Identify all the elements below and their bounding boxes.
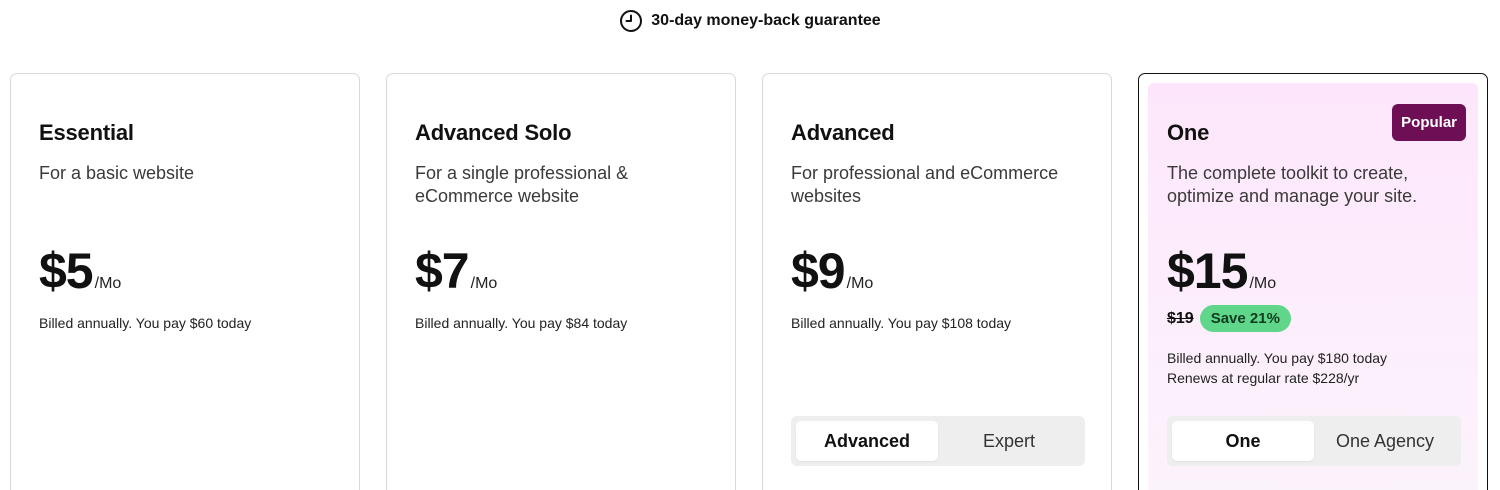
- plan-description: For a single professional & eCommerce we…: [415, 163, 629, 206]
- price-period: /Mo: [1249, 275, 1277, 292]
- plan-card-essential: Essential For a basic website $5 /Mo Bil…: [10, 73, 360, 490]
- plan-description: For a basic website: [39, 163, 195, 183]
- clock-icon: [619, 9, 643, 33]
- billing-note: Billed annually. You pay $84 today: [415, 315, 628, 331]
- price-amount: $9: [791, 243, 846, 299]
- guarantee-banner: 30-day money-back guarantee: [0, 9, 1500, 33]
- pricing-page: 30-day money-back guarantee Essential Fo…: [0, 0, 1500, 490]
- billing-note: Billed annually. You pay $108 today: [791, 315, 1012, 331]
- original-price: $19: [1167, 309, 1194, 327]
- plan-description: The complete toolkit to create, optimize…: [1167, 163, 1418, 206]
- plan-description: For professional and eCommerce websites: [791, 163, 1059, 206]
- plan-card-advanced-solo: Advanced Solo For a single professional …: [386, 73, 736, 490]
- plan-price: $15 /Mo: [1167, 242, 1276, 300]
- billing-note: Billed annually. You pay $180 today Rene…: [1167, 348, 1387, 388]
- price-period: /Mo: [94, 275, 122, 292]
- guarantee-text: 30-day money-back guarantee: [651, 12, 881, 29]
- plan-price: $9 /Mo: [791, 242, 873, 300]
- plan-name: Advanced: [791, 120, 895, 145]
- price-amount: $5: [39, 243, 94, 299]
- save-badge: Save 21%: [1199, 305, 1291, 332]
- plan-name: One: [1167, 120, 1210, 145]
- price-amount: $15: [1167, 243, 1248, 299]
- toggle-option-expert[interactable]: Expert: [938, 421, 1080, 461]
- billing-note: Billed annually. You pay $60 today: [39, 315, 252, 331]
- plan-name: Advanced Solo: [415, 120, 572, 145]
- plan-card-advanced: Advanced For professional and eCommerce …: [762, 73, 1112, 490]
- plan-variant-toggle: Advanced Expert: [791, 416, 1085, 466]
- plan-price: $5 /Mo: [39, 242, 121, 300]
- plan-card-one: One Popular The complete toolkit to crea…: [1138, 73, 1488, 490]
- plan-name: Essential: [39, 120, 134, 145]
- price-period: /Mo: [846, 275, 874, 292]
- toggle-option-one[interactable]: One: [1172, 421, 1314, 461]
- plan-variant-toggle: One One Agency: [1167, 416, 1461, 466]
- discount-row: $19 Save 21%: [1167, 305, 1291, 332]
- plan-price: $7 /Mo: [415, 242, 497, 300]
- price-period: /Mo: [470, 275, 498, 292]
- price-amount: $7: [415, 243, 470, 299]
- popular-badge: Popular: [1392, 104, 1466, 141]
- renewal-note: Renews at regular rate $228/yr: [1167, 370, 1360, 386]
- toggle-option-advanced[interactable]: Advanced: [796, 421, 938, 461]
- billing-note-line: Billed annually. You pay $180 today: [1167, 350, 1388, 366]
- toggle-option-one-agency[interactable]: One Agency: [1314, 421, 1456, 461]
